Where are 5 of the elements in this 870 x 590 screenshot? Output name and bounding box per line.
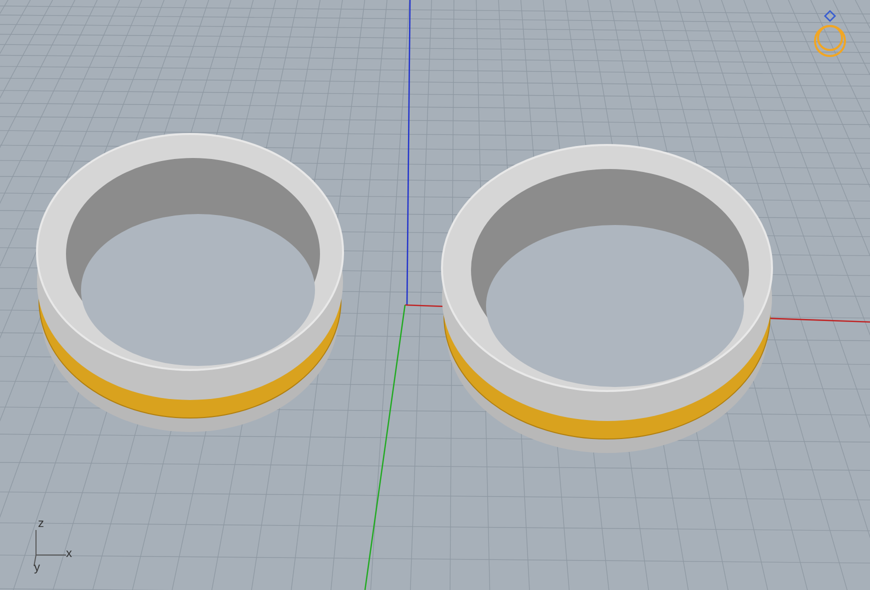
- axis-gizmo-icon: [34, 530, 66, 566]
- ring-icon[interactable]: [814, 10, 846, 57]
- axis-label: x: [66, 547, 72, 559]
- axis-label: z: [38, 517, 44, 529]
- axis-label: y: [34, 561, 40, 573]
